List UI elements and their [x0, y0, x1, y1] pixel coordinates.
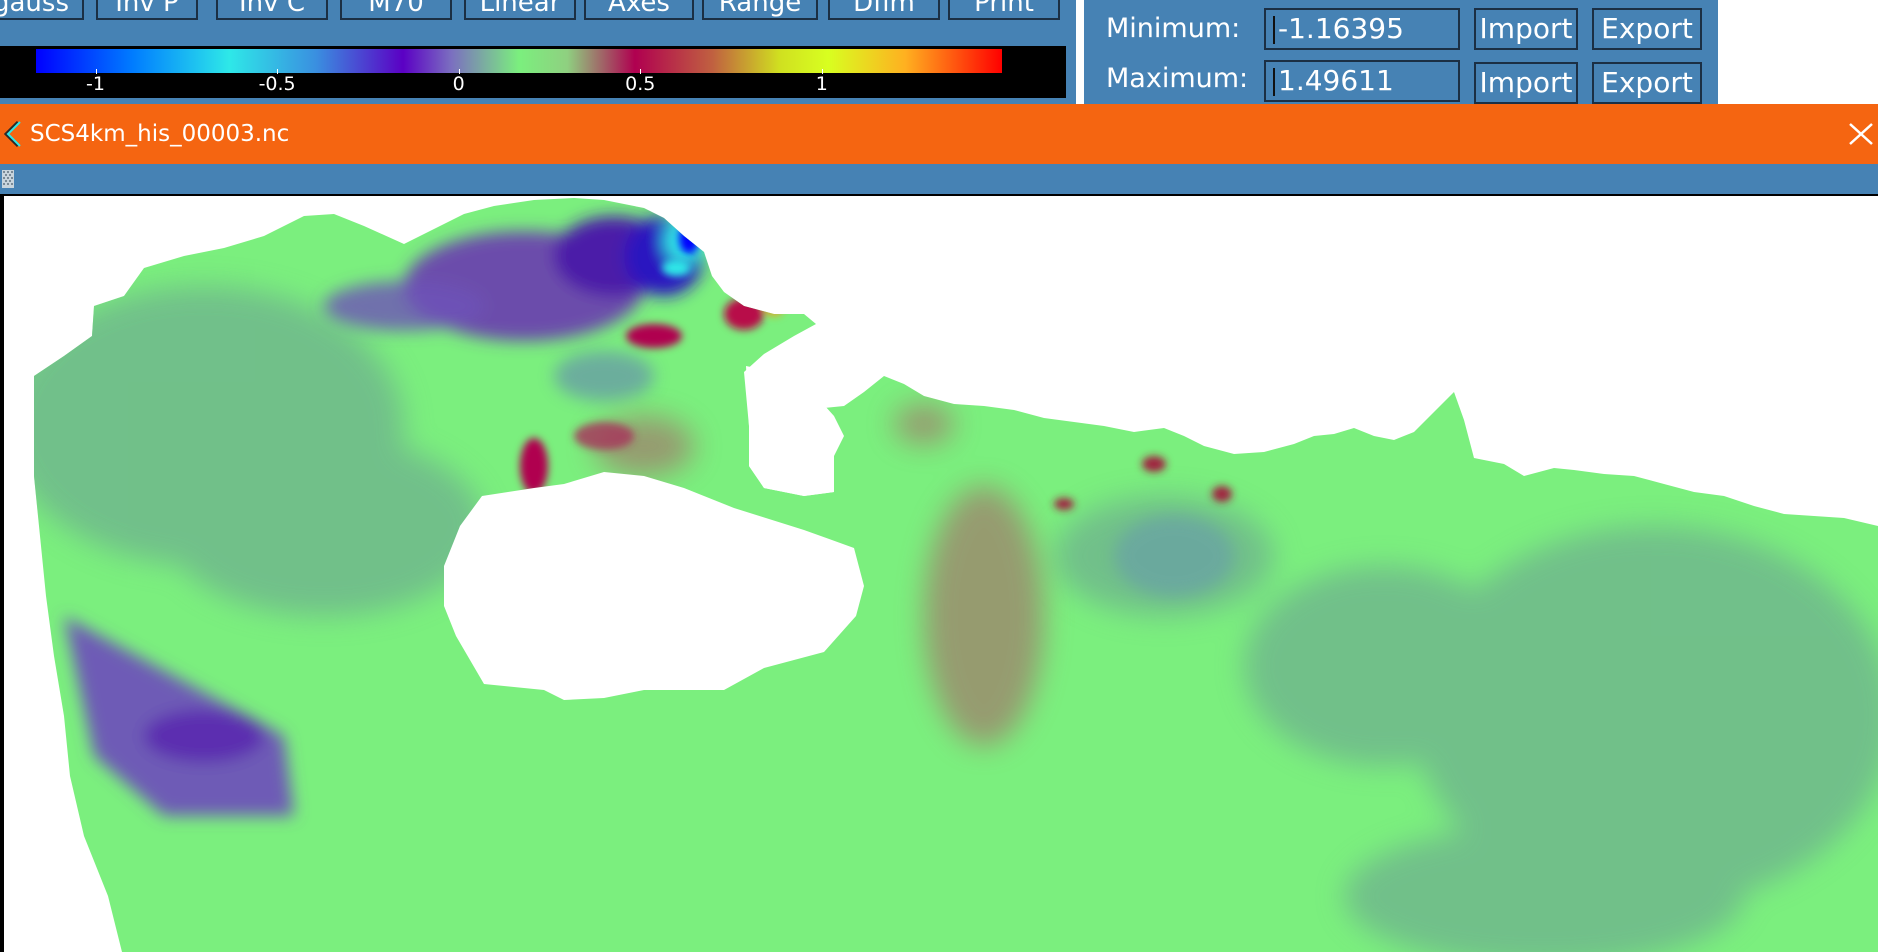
window-menu-strip	[0, 164, 1878, 194]
minimum-import-button[interactable]: Import	[1474, 8, 1578, 50]
print-button[interactable]: Print	[948, 0, 1060, 20]
linear-button[interactable]: Linear	[464, 0, 576, 20]
text-cursor	[1273, 68, 1275, 96]
window-title: SCS4km_his_00003.nc	[30, 121, 290, 147]
gauss-button[interactable]: gauss	[0, 0, 84, 20]
colorbar-gradient	[36, 49, 1002, 73]
axes-button[interactable]: Axes	[584, 0, 694, 20]
inv-p-button[interactable]: Inv P	[96, 0, 198, 20]
chevron-left-icon[interactable]	[0, 116, 24, 152]
app-root: gauss Inv P Inv C M70 Linear Axes Range …	[0, 0, 1878, 952]
inv-c-button[interactable]: Inv C	[216, 0, 328, 20]
minimum-label: Minimum:	[1106, 13, 1241, 44]
minimum-input[interactable]: -1.16395	[1264, 8, 1460, 50]
colorbar-tick-label: 0	[452, 73, 465, 95]
text-cursor	[1273, 16, 1275, 44]
window-titlebar[interactable]: SCS4km_his_00003.nc	[0, 104, 1878, 164]
colorbar-tick-label: -1	[86, 73, 106, 95]
range-panel: Minimum: -1.16395 Import Export Maximum:…	[1084, 0, 1718, 104]
maximum-import-button[interactable]: Import	[1474, 62, 1578, 104]
close-icon[interactable]	[1842, 118, 1878, 150]
map-plot-area[interactable]	[0, 194, 1878, 952]
coast-landmass	[746, 366, 844, 496]
colorbar-tick-label: 0.5	[625, 73, 656, 95]
colorbar: -1 -0.5 0 0.5 1	[0, 46, 1066, 98]
maximum-value: 1.49611	[1278, 64, 1394, 97]
minimum-value: -1.16395	[1278, 12, 1404, 45]
scalar-field-map[interactable]	[4, 196, 1878, 952]
colormap-panel: gauss Inv P Inv C M70 Linear Axes Range …	[0, 0, 1076, 104]
minimum-export-button[interactable]: Export	[1592, 8, 1702, 50]
grip-icon[interactable]	[2, 170, 14, 188]
dflm-button[interactable]: Dflm	[828, 0, 940, 20]
colorbar-tick-label: 1	[815, 73, 828, 95]
maximum-export-button[interactable]: Export	[1592, 62, 1702, 104]
colorbar-tick-label: -0.5	[258, 73, 296, 95]
maximum-label: Maximum:	[1106, 63, 1249, 94]
range-button[interactable]: Range	[702, 0, 818, 20]
colormap-toolbar: gauss Inv P Inv C M70 Linear Axes Range …	[0, 0, 1076, 24]
maximum-input[interactable]: 1.49611	[1264, 60, 1460, 102]
m70-button[interactable]: M70	[340, 0, 452, 20]
